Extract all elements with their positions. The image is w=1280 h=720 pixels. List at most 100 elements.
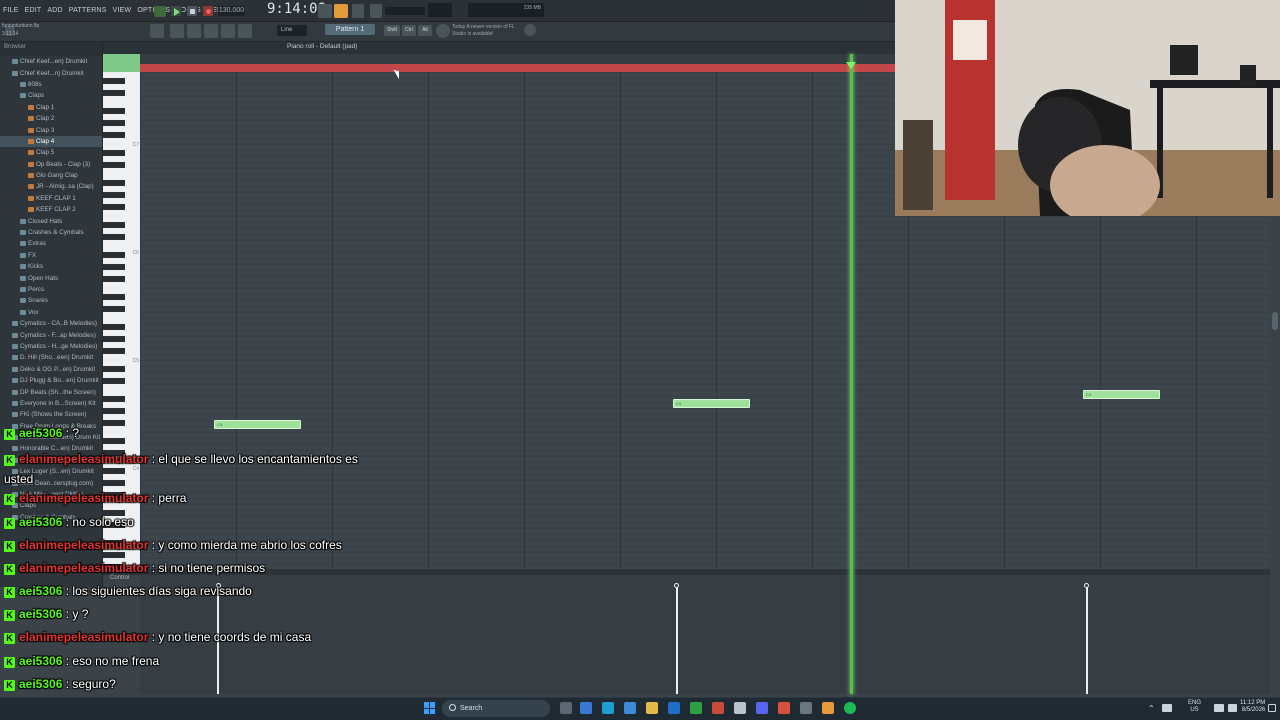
alt-key-button[interactable]: Alt xyxy=(418,25,432,36)
wifi-icon[interactable] xyxy=(1214,704,1224,712)
browser-item[interactable]: KEEF CLAP 2 xyxy=(0,204,102,215)
browser-item[interactable]: 808s xyxy=(0,79,102,90)
obs-icon[interactable] xyxy=(778,702,790,714)
ctrl-key-button[interactable]: Ctrl xyxy=(402,25,416,36)
black-key[interactable] xyxy=(103,294,125,300)
black-key[interactable] xyxy=(103,324,125,330)
wait-input-icon[interactable] xyxy=(352,4,364,18)
browser-item[interactable]: Clap 3 xyxy=(0,124,102,135)
browser-item[interactable]: Open Hats xyxy=(0,272,102,283)
news-icon[interactable] xyxy=(436,24,450,38)
black-key[interactable] xyxy=(103,78,125,84)
fl-studio-icon[interactable] xyxy=(822,702,834,714)
browser-item[interactable]: Closed Hats xyxy=(0,215,102,226)
black-key[interactable] xyxy=(103,378,125,384)
browser-item[interactable]: Op Beats - Clap (3) xyxy=(0,159,102,170)
browser-item[interactable]: Cymatics - F...ap Melodies) xyxy=(0,329,102,340)
browser-item[interactable]: KEEF CLAP 1 xyxy=(0,193,102,204)
task-view-icon[interactable] xyxy=(560,702,572,714)
pat-song-toggle[interactable] xyxy=(154,6,166,17)
scroll-thumb[interactable] xyxy=(1272,312,1278,330)
black-key[interactable] xyxy=(103,336,125,342)
browser-item[interactable]: Vox xyxy=(0,307,102,318)
black-key[interactable] xyxy=(103,264,125,270)
black-key[interactable] xyxy=(103,552,125,558)
master-volume-slider[interactable] xyxy=(385,7,425,15)
black-key[interactable] xyxy=(103,306,125,312)
menu-item-edit[interactable]: EDIT xyxy=(22,7,45,14)
menu-item-file[interactable]: FILE xyxy=(0,7,22,14)
black-key[interactable] xyxy=(103,420,125,426)
file-explorer-icon[interactable] xyxy=(646,702,658,714)
mixer-icon[interactable] xyxy=(221,24,235,38)
tempo-display[interactable]: 130.000 xyxy=(218,6,245,16)
velocity-handle[interactable] xyxy=(674,583,680,588)
black-key[interactable] xyxy=(103,162,125,168)
record-button[interactable] xyxy=(202,5,214,17)
onedrive-icon[interactable] xyxy=(1162,704,1172,712)
black-key[interactable] xyxy=(103,108,125,114)
browser-item[interactable]: Cymatics - CA..B Melodies) xyxy=(0,318,102,329)
black-key[interactable] xyxy=(103,252,125,258)
menu-item-patterns[interactable]: PATTERNS xyxy=(66,7,110,14)
edge-icon[interactable] xyxy=(602,702,614,714)
browser-item[interactable]: DJ Plugg & Bo...en) Drumkit xyxy=(0,375,102,386)
black-key[interactable] xyxy=(103,438,125,444)
stop-button[interactable] xyxy=(186,5,198,17)
discord-icon[interactable] xyxy=(756,702,768,714)
browser-item[interactable]: Chief Keef...en) Drumkit xyxy=(0,56,102,67)
piano-roll-icon[interactable] xyxy=(187,24,201,38)
black-key[interactable] xyxy=(103,192,125,198)
outlook-icon[interactable] xyxy=(668,702,680,714)
black-key[interactable] xyxy=(103,132,125,138)
black-key[interactable] xyxy=(103,204,125,210)
chrome-icon[interactable] xyxy=(712,702,724,714)
black-key[interactable] xyxy=(103,120,125,126)
midi-note[interactable]: C4 xyxy=(1082,390,1161,399)
playlist-icon[interactable] xyxy=(170,24,184,38)
volume-icon[interactable] xyxy=(1228,704,1237,712)
black-key[interactable] xyxy=(103,234,125,240)
browser-item[interactable]: Chief Keef...n) Drumkit xyxy=(0,67,102,78)
copilot-icon[interactable] xyxy=(580,702,592,714)
black-key[interactable] xyxy=(103,276,125,282)
browser-item[interactable]: Glo Gang Clap xyxy=(0,170,102,181)
play-button[interactable] xyxy=(170,5,182,17)
browser-item[interactable]: Kicks xyxy=(0,261,102,272)
loop-marker-bar[interactable] xyxy=(140,64,895,72)
taskbar-search[interactable]: Search xyxy=(442,700,550,717)
browser-item[interactable]: Snares xyxy=(0,295,102,306)
browser-item[interactable]: JR - Almig..sa (Clap) xyxy=(0,181,102,192)
black-key[interactable] xyxy=(103,396,125,402)
browser-item[interactable]: Claps xyxy=(0,90,102,101)
plugin-picker-icon[interactable] xyxy=(238,24,252,38)
black-key[interactable] xyxy=(103,408,125,414)
menu-item-add[interactable]: ADD xyxy=(44,7,65,14)
browser-item[interactable]: DP Beats (Sh...the Screen) xyxy=(0,386,102,397)
notepad-icon[interactable] xyxy=(734,702,746,714)
playhead[interactable] xyxy=(850,54,853,694)
app-icon[interactable] xyxy=(800,702,812,714)
pattern-selector[interactable]: Pattern 1 xyxy=(325,24,375,35)
browser-item[interactable]: Clap 1 xyxy=(0,102,102,113)
tray-chevron-icon[interactable]: ⌃ xyxy=(1148,704,1155,713)
control-label[interactable]: Control xyxy=(110,575,129,581)
spotify-icon[interactable] xyxy=(844,702,856,714)
browser-item[interactable]: Percs xyxy=(0,284,102,295)
browser-item[interactable]: Clap 4 xyxy=(0,135,102,148)
playhead-marker-icon[interactable] xyxy=(846,62,856,69)
online-status-icon[interactable] xyxy=(524,24,536,36)
shift-key-button[interactable]: Shift xyxy=(384,25,400,36)
browser-item[interactable]: Crashes & Cymbals xyxy=(0,227,102,238)
midi-note[interactable]: C4 xyxy=(214,420,302,429)
countdown-icon[interactable] xyxy=(370,4,382,18)
vertical-scrollbar[interactable] xyxy=(1270,216,1280,694)
language-indicator[interactable]: ENG US xyxy=(1188,700,1201,714)
browser-item[interactable]: FX xyxy=(0,250,102,261)
taskbar-clock[interactable]: 11:12 PM 8/5/2026 xyxy=(1240,700,1265,714)
black-key[interactable] xyxy=(103,348,125,354)
velocity-handle[interactable] xyxy=(1084,583,1090,588)
velocity-bar[interactable] xyxy=(675,586,678,694)
channel-rack-icon[interactable] xyxy=(204,24,218,38)
browser-item[interactable]: Clap 2 xyxy=(0,113,102,124)
